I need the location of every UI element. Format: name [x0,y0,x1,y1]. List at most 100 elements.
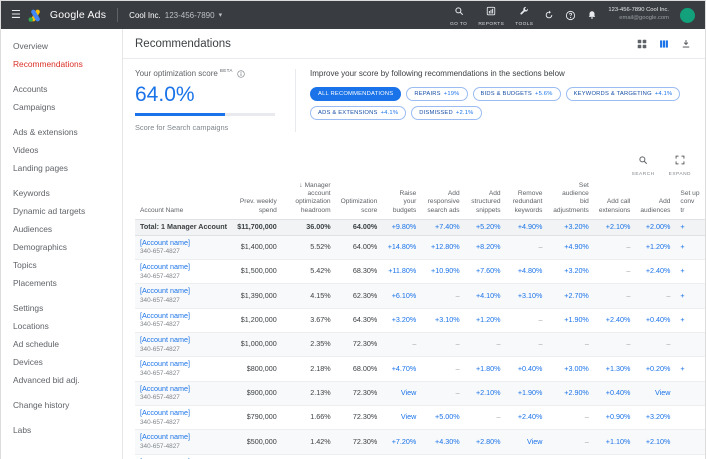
cell-link[interactable]: +3.20% [382,308,421,332]
account-link[interactable]: [Account name] [140,385,227,394]
expand-table-button[interactable]: EXPAND [669,152,691,177]
account-link[interactable]: [Account name] [140,312,227,321]
cell-link[interactable]: +2.10% [465,381,506,405]
cell-link[interactable]: View [506,430,548,454]
column-header[interactable]: Remove redundant keywords [506,179,548,219]
sidebar-item-advanced-bid-adj[interactable]: Advanced bid adj. [1,371,122,389]
reports-button[interactable]: REPORTS [478,3,504,27]
cell-link[interactable]: +2.90% [547,381,593,405]
sidebar-item-demographics[interactable]: Demographics [1,238,122,256]
cell-link[interactable]: +4.80% [506,259,548,283]
sidebar-item-campaigns[interactable]: Campaigns [1,98,122,116]
cell-link[interactable]: View [382,381,421,405]
cell-link[interactable]: +8.20% [465,235,506,259]
grid-icon[interactable] [637,39,647,49]
cell-link[interactable]: +4.90% [547,235,593,259]
cell-link[interactable]: +1.80% [465,357,506,381]
info-icon[interactable] [237,70,245,78]
sidebar-item-settings[interactable]: Settings [1,299,122,317]
account-link[interactable]: [Account name] [140,336,227,345]
cell-link[interactable]: +4.90% [506,219,548,235]
cell-link[interactable]: +3.20% [547,259,593,283]
account-link[interactable]: [Account name] [140,263,227,272]
cell-link[interactable]: +0.40% [506,357,548,381]
cell-link[interactable]: +5.20% [465,219,506,235]
cell-link[interactable]: +2.40% [635,259,675,283]
tools-button[interactable]: TOOLS [515,3,533,27]
cell-link[interactable]: +1.90% [594,454,636,459]
cell-link[interactable]: +0.90% [594,405,636,429]
cell-link[interactable]: + [675,357,705,381]
cell-link[interactable]: +3.20% [547,219,593,235]
cell-link[interactable]: +1.20% [635,235,675,259]
cell-link[interactable]: +3.90% [547,454,593,459]
go-to-button[interactable]: GO TO [450,3,467,27]
column-header[interactable]: Set up conv tr [675,179,705,219]
cell-link[interactable]: +7.60% [465,259,506,283]
sidebar-item-devices[interactable]: Devices [1,353,122,371]
sidebar-item-landing-pages[interactable]: Landing pages [1,159,122,177]
account-link[interactable]: [Account name] [140,409,227,418]
sidebar-item-placements[interactable]: Placements [1,274,122,292]
cell-link[interactable]: +9.80% [382,219,421,235]
cell-link[interactable]: +3.10% [506,284,548,308]
cell-link[interactable]: +4.30% [421,430,464,454]
notifications-icon[interactable] [587,10,597,20]
cell-link[interactable]: View [635,381,675,405]
account-link[interactable]: [Account name] [140,360,227,369]
cell-link[interactable]: + [675,235,705,259]
cell-link[interactable]: +2.10% [594,219,636,235]
sidebar-item-overview[interactable]: Overview [1,37,122,55]
cell-link[interactable]: +1.30% [594,357,636,381]
column-header[interactable]: ↓Manager account optimization headroom [282,179,336,219]
cell-link[interactable]: + [675,284,705,308]
account-picker[interactable]: Cool Inc. 123-456-7890 ▾ [129,11,222,20]
cell-link[interactable]: +2.40% [506,405,548,429]
cell-link[interactable]: + [675,219,705,235]
cell-link[interactable]: +7.20% [382,430,421,454]
sidebar-item-dynamic-ad-targets[interactable]: Dynamic ad targets [1,202,122,220]
column-header[interactable]: Add structured snippets [465,179,506,219]
cell-link[interactable]: +7.40% [421,219,464,235]
cell-link[interactable]: +11.80% [382,259,421,283]
cell-link[interactable]: +2.70% [547,284,593,308]
cell-link[interactable]: +10.90% [421,259,464,283]
filter-chip[interactable]: KEYWORDS & TARGETING+4.1% [566,87,681,101]
cell-link[interactable]: +5.10% [421,454,464,459]
cell-link[interactable]: +4.10% [465,284,506,308]
cell-link[interactable]: + [675,259,705,283]
cell-link[interactable]: +2.10% [635,430,675,454]
column-header[interactable]: Raise your budgets [382,179,421,219]
sidebar-item-accounts[interactable]: Accounts [1,80,122,98]
cell-link[interactable]: +1.10% [594,430,636,454]
account-link[interactable]: [Account name] [140,239,227,248]
sidebar-item-keywords[interactable]: Keywords [1,184,122,202]
sidebar-item-locations[interactable]: Locations [1,317,122,335]
cell-link[interactable]: +2.40% [594,308,636,332]
cell-link[interactable]: +14.80% [382,235,421,259]
account-link[interactable]: [Account name] [140,433,227,442]
cell-link[interactable]: +1.90% [506,381,548,405]
refresh-icon[interactable] [544,10,554,20]
cell-link[interactable]: +12.80% [421,235,464,259]
cell-link[interactable]: +6.10% [382,284,421,308]
cell-link[interactable]: +0.40% [635,308,675,332]
cell-link[interactable]: +1.90% [465,454,506,459]
cell-link[interactable]: +3.00% [547,357,593,381]
menu-icon[interactable]: ☰ [11,10,21,21]
filter-chip[interactable]: DISMISSED+2.1% [411,106,481,120]
filter-chip[interactable]: ADS & EXTENSIONS+4.1% [310,106,406,120]
column-header[interactable]: Set audience bid adjustments [547,179,593,219]
sidebar-item-change-history[interactable]: Change history [1,396,122,414]
sidebar-item-audiences[interactable]: Audiences [1,220,122,238]
cell-link[interactable]: +3.20% [635,405,675,429]
cell-link[interactable]: +1.90% [547,308,593,332]
sidebar-item-ads-extensions[interactable]: Ads & extensions [1,123,122,141]
search-table-button[interactable]: SEARCH [632,152,655,177]
column-header[interactable]: Account Name [135,179,232,219]
sidebar-item-videos[interactable]: Videos [1,141,122,159]
sidebar-item-recommendations[interactable]: Recommendations [1,55,122,73]
cell-link[interactable]: + [675,454,705,459]
cell-link[interactable]: +4.70% [382,357,421,381]
cell-link[interactable]: +2.00% [635,219,675,235]
